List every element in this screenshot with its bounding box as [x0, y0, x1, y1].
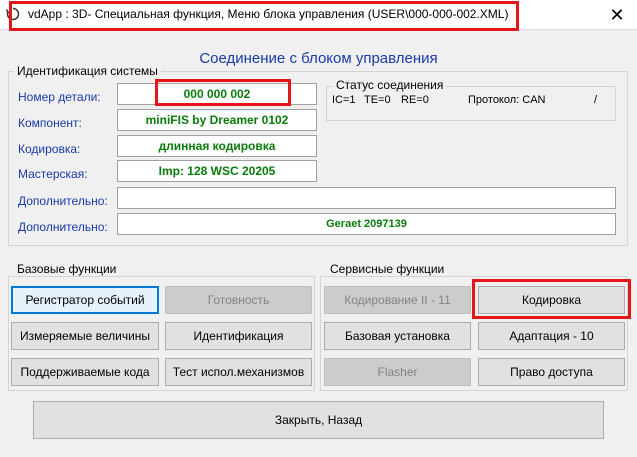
- actuator-test-button[interactable]: Тест испол.механизмов: [165, 358, 312, 386]
- basic-functions-label: Базовые функции: [14, 262, 120, 276]
- identification-group-label: Идентификация системы: [14, 64, 161, 78]
- adaptation-button[interactable]: Адаптация - 10: [478, 322, 625, 350]
- status-protocol: Протокол: CAN: [468, 94, 546, 106]
- close-window-button[interactable]: ✕: [597, 0, 637, 30]
- service-functions-label: Сервисные функции: [327, 262, 448, 276]
- close-back-button[interactable]: Закрыть, Назад: [33, 401, 604, 439]
- part-number-highlight-box: [155, 79, 291, 106]
- identification-button[interactable]: Идентификация: [165, 322, 312, 350]
- additional-field-1: [117, 187, 616, 209]
- event-recorder-button[interactable]: Регистратор событий: [11, 286, 159, 314]
- status-extra: /: [594, 94, 598, 106]
- component-field: miniFIS by Dreamer 0102: [117, 109, 317, 131]
- workshop-field: Imp: 128 WSC 20205: [117, 160, 317, 182]
- additional-label-2: Дополнительно:: [18, 220, 108, 234]
- basic-setting-button[interactable]: Базовая установка: [324, 322, 471, 350]
- access-rights-button[interactable]: Право доступа: [478, 358, 625, 386]
- additional-label-1: Дополнительно:: [18, 194, 108, 208]
- part-number-label: Номер детали:: [18, 90, 101, 104]
- coding-field: длинная кодировка: [117, 135, 317, 157]
- additional-field-2: Geraet 2097139: [117, 213, 616, 235]
- flasher-button[interactable]: Flasher: [324, 358, 471, 386]
- coding-label: Кодировка:: [18, 142, 81, 156]
- status-te: TE=0: [364, 94, 391, 106]
- coding-ii-button[interactable]: Кодирование II - 11: [324, 286, 471, 314]
- component-label: Компонент:: [18, 116, 82, 130]
- readiness-button[interactable]: Готовность: [165, 286, 312, 314]
- title-highlight-box: [9, 1, 519, 31]
- workshop-label: Мастерская:: [18, 167, 88, 181]
- measured-values-button[interactable]: Измеряемые величины: [11, 322, 159, 350]
- coding-button-highlight-box: [472, 279, 631, 319]
- supported-codes-button[interactable]: Поддерживаемые кода: [11, 358, 159, 386]
- status-ic: IC=1: [332, 94, 356, 106]
- status-re: RE=0: [401, 94, 429, 106]
- window-bottom-edge: [0, 452, 637, 457]
- connection-status-label: Статус соединения: [333, 78, 447, 92]
